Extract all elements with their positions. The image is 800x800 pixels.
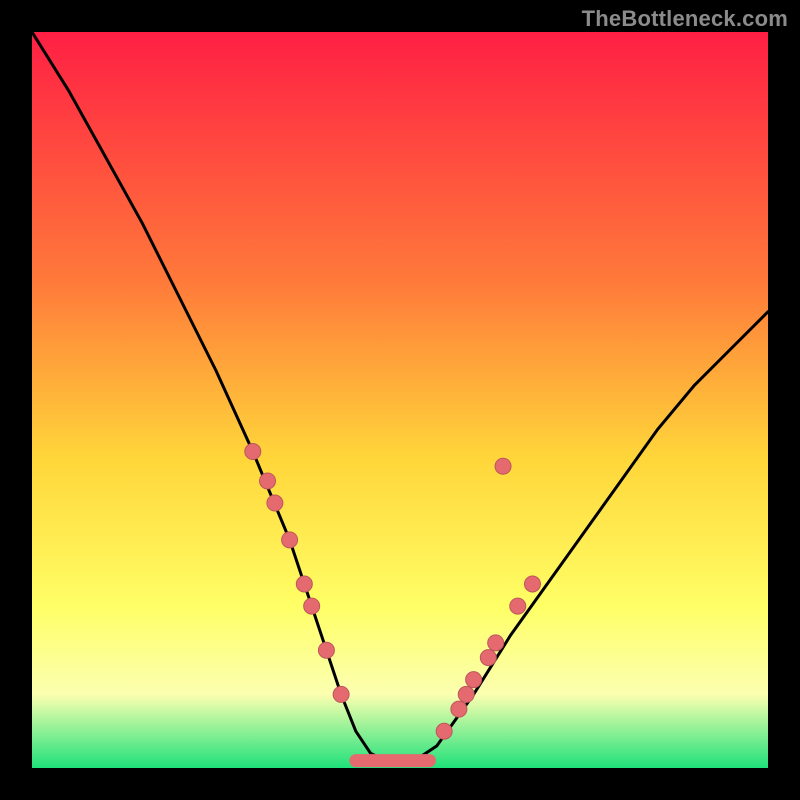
data-point (495, 458, 511, 474)
data-point (436, 723, 452, 739)
chart-frame: TheBottleneck.com (0, 0, 800, 800)
data-point (480, 650, 496, 666)
data-point (318, 642, 334, 658)
data-point (333, 686, 349, 702)
data-point (245, 444, 261, 460)
data-point (458, 686, 474, 702)
plot-svg (32, 32, 768, 768)
gradient-bg (32, 32, 768, 768)
data-point (304, 598, 320, 614)
watermark-text: TheBottleneck.com (582, 6, 788, 32)
data-point (466, 672, 482, 688)
data-point (267, 495, 283, 511)
data-point (260, 473, 276, 489)
data-point (524, 576, 540, 592)
data-point (488, 635, 504, 651)
data-point (296, 576, 312, 592)
data-point (451, 701, 467, 717)
data-point (510, 598, 526, 614)
plot-area (32, 32, 768, 768)
data-point (282, 532, 298, 548)
